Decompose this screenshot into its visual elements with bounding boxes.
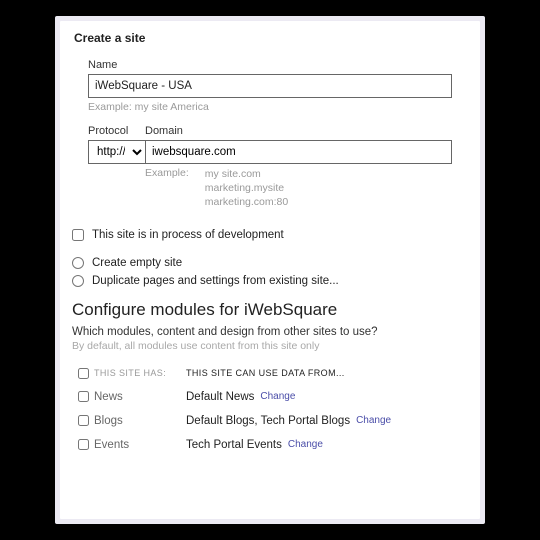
dialog-panel: Create a site Name Example: my site Amer… [60, 21, 480, 519]
radio-duplicate-row[interactable]: Duplicate pages and settings from existi… [72, 272, 452, 290]
radio-duplicate-label: Duplicate pages and settings from existi… [92, 275, 339, 287]
modules-select-all-checkbox[interactable] [78, 368, 89, 379]
module-data-news: Default News [186, 391, 254, 403]
protocol-select[interactable]: http:// [89, 141, 146, 163]
protocol-label: Protocol [88, 125, 145, 137]
module-name-news: News [94, 391, 186, 403]
configure-question: Which modules, content and design from o… [72, 326, 452, 338]
module-change-news[interactable]: Change [260, 391, 295, 402]
protocol-domain-labels: Protocol Domain [88, 125, 452, 140]
module-change-blogs[interactable]: Change [356, 415, 391, 426]
name-hint: Example: my site America [88, 101, 452, 113]
module-name-blogs: Blogs [94, 415, 186, 427]
modules-header-data: THIS SITE CAN USE DATA FROM... [186, 368, 452, 378]
radio-duplicate[interactable] [72, 275, 84, 287]
module-data-blogs: Default Blogs, Tech Portal Blogs [186, 415, 350, 427]
module-checkbox-news[interactable] [78, 391, 89, 402]
dev-checkbox-label: This site is in process of development [92, 229, 284, 241]
dev-checkbox[interactable] [72, 229, 84, 241]
domain-hint-label: Example: [145, 167, 189, 210]
domain-hint-values: my site.com marketing.mysite marketing.c… [205, 167, 288, 210]
domain-label: Domain [145, 125, 452, 137]
module-checkbox-blogs[interactable] [78, 415, 89, 426]
dialog-outer: Create a site Name Example: my site Amer… [55, 16, 485, 524]
protocol-domain-inputs: http:// [88, 140, 452, 164]
dialog-title: Create a site [60, 21, 480, 53]
modules-header-has: THIS SITE HAS: [94, 368, 186, 378]
module-row-events: Events Tech Portal Events Change [72, 433, 452, 457]
radio-empty[interactable] [72, 257, 84, 269]
module-checkbox-events[interactable] [78, 439, 89, 450]
configure-subtext: By default, all modules use content from… [72, 340, 452, 352]
radio-empty-row[interactable]: Create empty site [72, 254, 452, 272]
modules-header-row: THIS SITE HAS: THIS SITE CAN USE DATA FR… [72, 362, 452, 385]
radio-empty-label: Create empty site [92, 257, 182, 269]
module-name-events: Events [94, 439, 186, 451]
dialog-body: Name Example: my site America Protocol D… [60, 53, 480, 457]
module-row-blogs: Blogs Default Blogs, Tech Portal Blogs C… [72, 409, 452, 433]
domain-input[interactable] [146, 141, 451, 163]
configure-heading: Configure modules for iWebSquare [72, 300, 452, 320]
module-data-events: Tech Portal Events [186, 439, 282, 451]
name-label: Name [88, 59, 452, 71]
name-input[interactable] [88, 74, 452, 98]
dev-checkbox-row[interactable]: This site is in process of development [72, 226, 452, 244]
module-row-news: News Default News Change [72, 385, 452, 409]
domain-hint: Example: my site.com marketing.mysite ma… [145, 167, 452, 210]
module-change-events[interactable]: Change [288, 439, 323, 450]
